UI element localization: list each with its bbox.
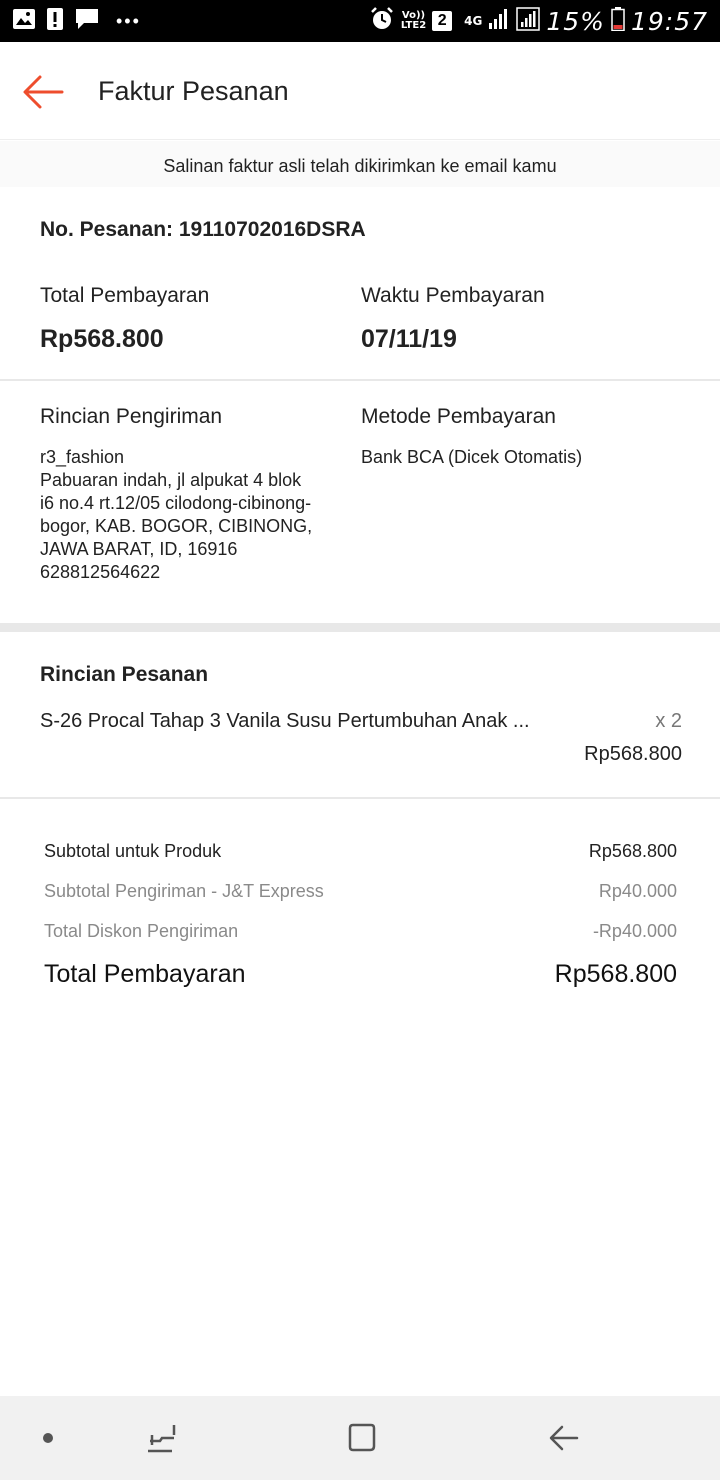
summary-label: Subtotal Pengiriman - J&T Express [44, 881, 324, 901]
back-arrow-icon [23, 75, 64, 109]
shipping-address: r3_fashion Pabuaran indah, jl alpukat 4 … [40, 446, 340, 584]
system-back-icon [549, 1425, 579, 1451]
payment-method-value: Bank BCA (Dicek Otomatis) [361, 447, 583, 467]
payment-time-value: 07/11/19 [361, 325, 457, 353]
payment-method-label: Metode Pembayaran [361, 405, 556, 428]
summary-value: -Rp40.000 [592, 921, 677, 941]
gallery-notification-icon [12, 8, 36, 35]
dot-icon [43, 1433, 53, 1443]
page-title: Faktur Pesanan [98, 76, 289, 106]
shipping-details-label: Rincian Pengiriman [40, 405, 223, 428]
system-back-button[interactable] [544, 1418, 584, 1458]
product-quantity: x 2 [655, 710, 682, 732]
summary-value: Rp568.800 [588, 841, 677, 861]
order-details-title: Rincian Pesanan [40, 663, 209, 686]
total-label: Total Pembayaran [44, 960, 246, 988]
system-navigation-bar [0, 1396, 720, 1480]
signal-strength-sim2-icon [516, 6, 541, 36]
back-button[interactable] [18, 68, 66, 116]
status-bar-left: ••• [12, 7, 141, 36]
address-line: i6 no.4 rt.12/05 cilodong-cibinong- [40, 493, 312, 513]
recent-apps-icon [148, 1425, 176, 1453]
total-value: Rp568.800 [554, 960, 677, 988]
product-name[interactable]: S-26 Procal Tahap 3 Vanila Susu Pertumbu… [40, 710, 530, 733]
home-button[interactable] [342, 1418, 382, 1458]
product-price: Rp568.800 [584, 743, 682, 765]
section-divider [0, 623, 720, 632]
volte-indicator: Vo)) LTE2 [400, 10, 427, 31]
summary-row-product-subtotal: Subtotal untuk Produk Rp568.800 [44, 841, 677, 862]
divider [0, 379, 720, 381]
total-payment-label: Total Pembayaran [40, 284, 210, 307]
status-bar: ••• Vo)) LTE2 2 4G 15% 19:57 [0, 0, 720, 42]
battery-percentage: 15% [546, 6, 605, 36]
summary-label: Subtotal untuk Produk [44, 841, 222, 861]
alarm-icon [369, 6, 395, 37]
status-bar-right: Vo)) LTE2 2 4G 15% 19:57 [369, 6, 708, 36]
sim-slot-indicator: 2 [432, 11, 453, 31]
address-line: r3_fashion [40, 447, 125, 467]
address-line: 628812564622 [40, 562, 161, 582]
network-type: 4G [464, 14, 483, 28]
battery-icon [611, 6, 625, 36]
address-line: JAWA BARAT, ID, 16916 [40, 539, 238, 559]
alert-notification-icon [46, 7, 64, 36]
clock: 19:57 [630, 6, 708, 36]
message-notification-icon [74, 7, 100, 36]
email-copy-notice: Salinan faktur asli telah dikirimkan ke … [0, 141, 720, 187]
nav-dot-button[interactable] [28, 1418, 68, 1458]
summary-row-shipping-discount: Total Diskon Pengiriman -Rp40.000 [44, 921, 677, 942]
signal-strength-icon [488, 8, 510, 35]
summary-row-total: Total Pembayaran Rp568.800 [44, 960, 677, 989]
app-bar: Faktur Pesanan [0, 42, 720, 140]
order-number: No. Pesanan: 19110702016DSRA [40, 218, 366, 241]
more-notifications-icon: ••• [116, 10, 141, 31]
total-payment-value: Rp568.800 [40, 325, 164, 353]
payment-time-label: Waktu Pembayaran [361, 284, 545, 307]
divider [0, 797, 720, 799]
home-square-icon [348, 1423, 376, 1452]
summary-label: Total Diskon Pengiriman [44, 921, 239, 941]
summary-row-shipping-subtotal: Subtotal Pengiriman - J&T Express Rp40.0… [44, 881, 677, 902]
summary-value: Rp40.000 [598, 881, 677, 901]
address-line: bogor, KAB. BOGOR, CIBINONG, [40, 516, 313, 536]
recent-apps-button[interactable] [141, 1418, 181, 1458]
address-line: Pabuaran indah, jl alpukat 4 blok [40, 470, 302, 490]
